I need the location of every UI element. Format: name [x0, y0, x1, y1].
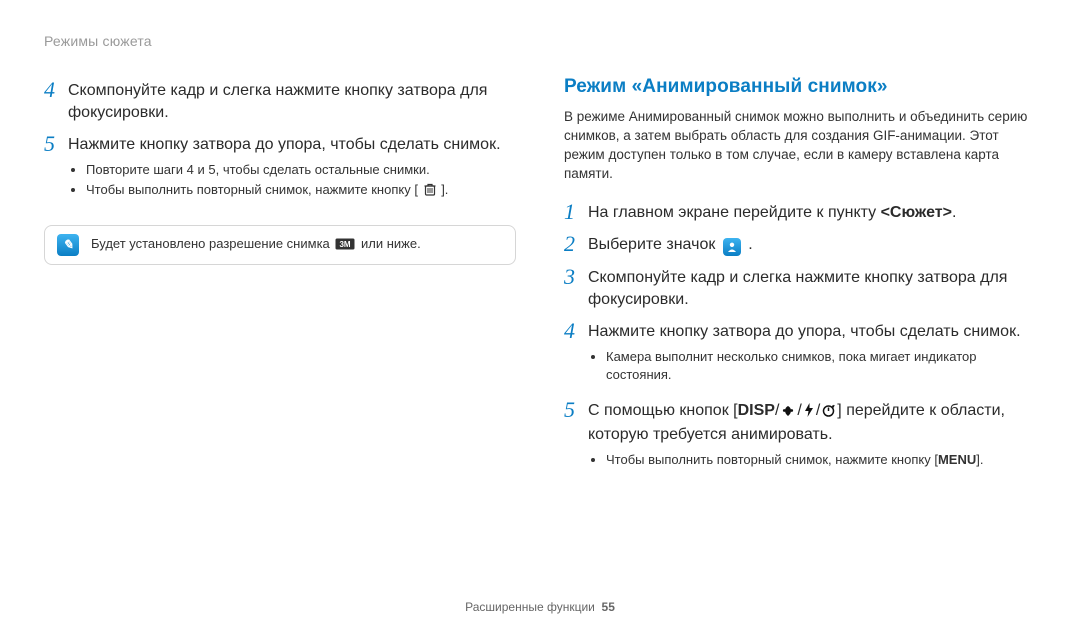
step-text: Скомпонуйте кадр и слегка нажмите кнопку… [68, 80, 516, 125]
sep: / [775, 402, 779, 419]
step-text: На главном экране перейдите к пункту <Сю… [588, 202, 1036, 224]
step-body: Выберите значок . [588, 234, 1036, 256]
step-number: 4 [564, 319, 588, 342]
page: Режимы сюжета 4 Скомпонуйте кадр и слегк… [0, 0, 1080, 630]
sep: / [797, 402, 801, 419]
step-body: Скомпонуйте кадр и слегка нажмите кнопку… [588, 267, 1036, 312]
step-bullets: Камера выполнит несколько снимков, пока … [588, 348, 1036, 384]
timer-icon [822, 402, 835, 424]
bullet: Чтобы выполнить повторный снимок, нажмит… [606, 451, 1036, 469]
step-body: Скомпонуйте кадр и слегка нажмите кнопку… [68, 80, 516, 125]
note-post: или ниже. [361, 236, 421, 251]
step-1: 1 На главном экране перейдите к пункту <… [564, 202, 1036, 224]
step-number: 1 [564, 200, 588, 223]
step-2: 2 Выберите значок . [564, 234, 1036, 256]
bullet: Чтобы выполнить повторный снимок, нажмит… [86, 181, 516, 201]
step-pre: Выберите значок [588, 236, 720, 253]
step-text: Выберите значок . [588, 234, 1036, 256]
note-text: Будет установлено разрешение снимка 3M и… [91, 235, 421, 255]
animated-photo-mode-icon [723, 238, 741, 256]
step-3: 3 Скомпонуйте кадр и слегка нажмите кноп… [564, 267, 1036, 312]
macro-icon [781, 402, 795, 424]
trash-icon [424, 183, 436, 201]
two-column-layout: 4 Скомпонуйте кадр и слегка нажмите кноп… [44, 80, 1036, 485]
step-pre: На главном экране перейдите к пункту [588, 204, 881, 221]
footer-label: Расширенные функции [465, 600, 595, 614]
step-body: Нажмите кнопку затвора до упора, чтобы с… [588, 321, 1036, 390]
note-icon: ✎ [57, 234, 79, 256]
disp-key: DISP [738, 402, 775, 419]
note-callout: ✎ Будет установлено разрешение снимка 3M… [44, 225, 516, 265]
step-bullets: Чтобы выполнить повторный снимок, нажмит… [588, 451, 1036, 469]
step-number: 3 [564, 265, 588, 288]
step-number: 5 [44, 132, 68, 155]
section-intro: В режиме Анимированный снимок можно выпо… [564, 108, 1036, 184]
step-number: 4 [44, 78, 68, 101]
bullet-post: ]. [976, 452, 983, 467]
section-heading: Режим «Анимированный снимок» [564, 74, 1036, 101]
step-text: С помощью кнопок [DISP///] перейдите к о… [588, 400, 1036, 447]
step-text: Нажмите кнопку затвора до упора, чтобы с… [68, 134, 516, 156]
step-body: С помощью кнопок [DISP///] перейдите к о… [588, 400, 1036, 475]
note-pre: Будет установлено разрешение снимка [91, 236, 333, 251]
footer: Расширенные функции 55 [0, 599, 1080, 616]
resolution-icon: 3M [335, 237, 355, 255]
step-body: На главном экране перейдите к пункту <Сю… [588, 202, 1036, 224]
step-body: Нажмите кнопку затвора до упора, чтобы с… [68, 134, 516, 207]
step-text: Скомпонуйте кадр и слегка нажмите кнопку… [588, 267, 1036, 312]
step-4: 4 Нажмите кнопку затвора до упора, чтобы… [564, 321, 1036, 390]
svg-text:3M: 3M [340, 240, 351, 249]
flash-icon [804, 402, 814, 424]
step-4: 4 Скомпонуйте кадр и слегка нажмите кноп… [44, 80, 516, 125]
right-column: Режим «Анимированный снимок» В режиме Ан… [564, 80, 1036, 485]
step-post: . [952, 204, 956, 221]
step-5: 5 Нажмите кнопку затвора до упора, чтобы… [44, 134, 516, 207]
step-pre: С помощью кнопок [ [588, 402, 738, 419]
step-number: 2 [564, 232, 588, 255]
sep: / [816, 402, 820, 419]
left-column: 4 Скомпонуйте кадр и слегка нажмите кноп… [44, 80, 516, 485]
bullet-post: ]. [441, 182, 448, 197]
footer-page: 55 [602, 600, 615, 614]
step-number: 5 [564, 398, 588, 421]
bullet-pre: Чтобы выполнить повторный снимок, нажмит… [86, 182, 418, 197]
step-post: . [748, 236, 752, 253]
step-5: 5 С помощью кнопок [DISP///] перейдите к… [564, 400, 1036, 475]
step-text: Нажмите кнопку затвора до упора, чтобы с… [588, 321, 1036, 343]
bullet-pre: Чтобы выполнить повторный снимок, нажмит… [606, 452, 938, 467]
step-bullets: Повторите шаги 4 и 5, чтобы сделать оста… [68, 161, 516, 201]
bullet: Камера выполнит несколько снимков, пока … [606, 348, 1036, 384]
bullet: Повторите шаги 4 и 5, чтобы сделать оста… [86, 161, 516, 179]
menu-key: MENU [938, 452, 976, 467]
running-head: Режимы сюжета [44, 32, 1036, 52]
step-bold: <Сюжет> [881, 204, 952, 221]
